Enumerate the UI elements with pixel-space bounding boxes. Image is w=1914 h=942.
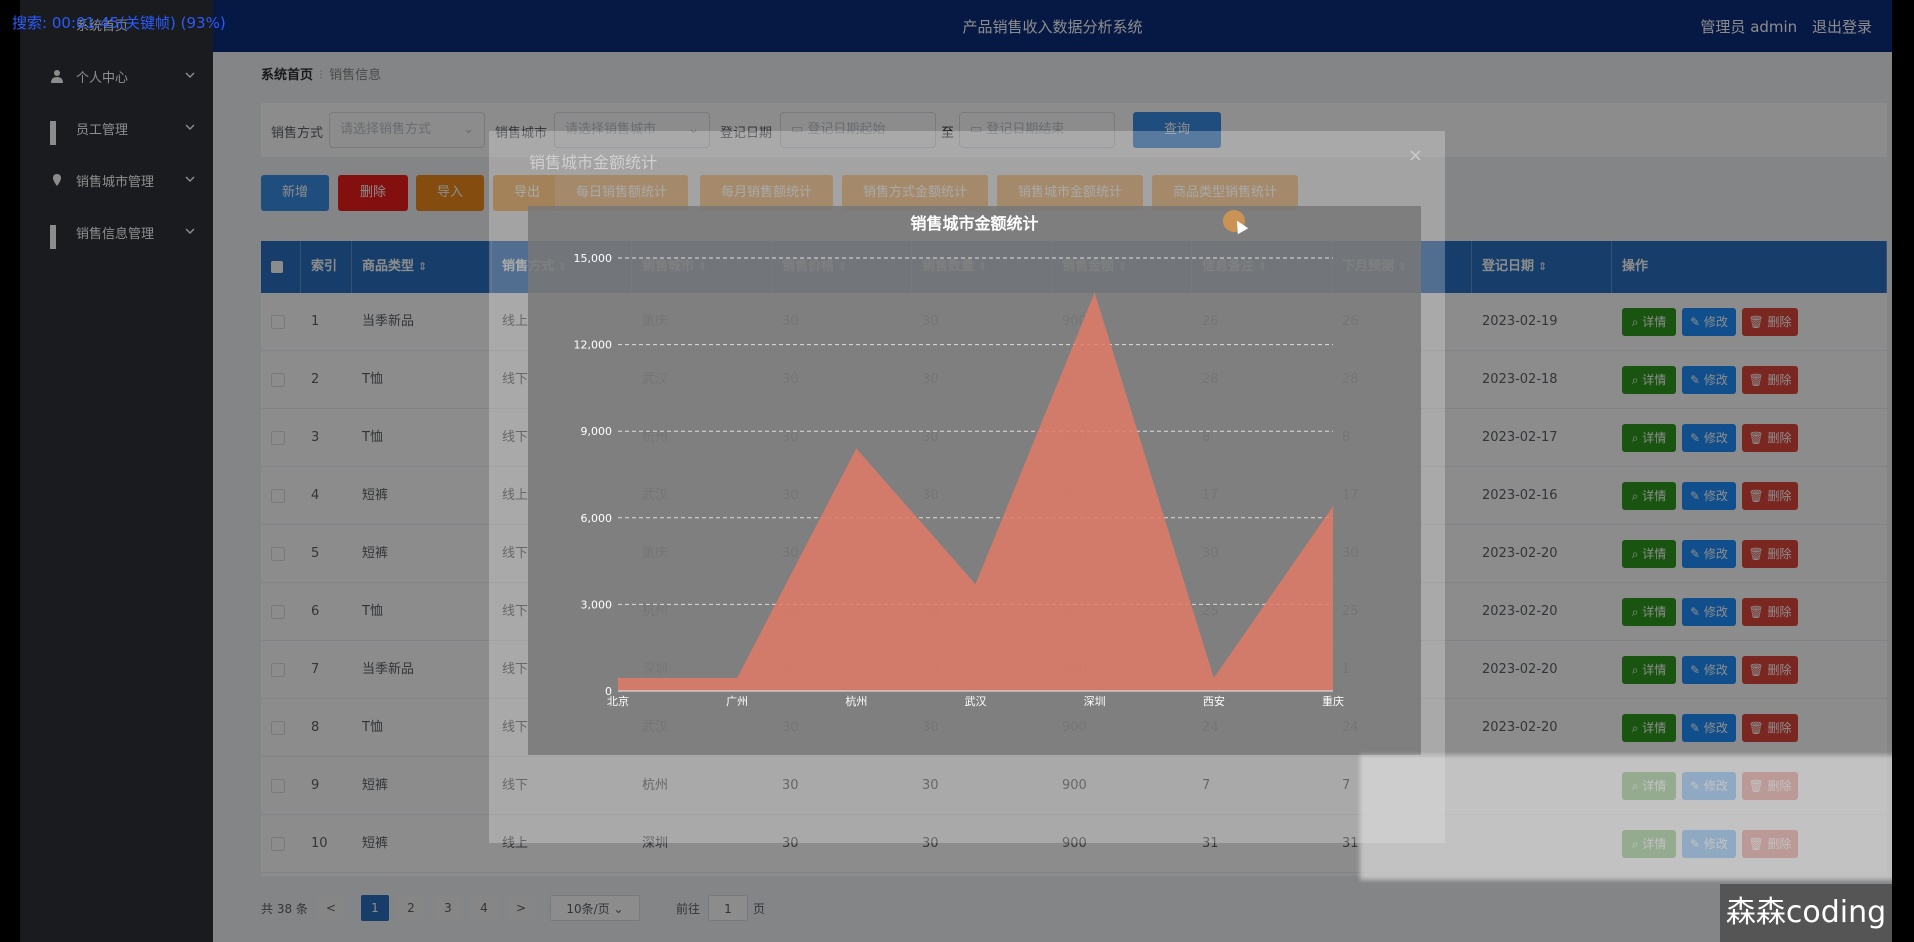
close-icon[interactable]: × [1408,145,1423,166]
data-point [1332,505,1334,507]
data-point [736,677,738,679]
x-tick-label: 广州 [726,695,748,708]
x-tick-label: 北京 [607,694,629,708]
dialog-title: 销售城市金额统计 [529,153,658,172]
y-tick-label: 6,000 [581,512,613,525]
data-point [975,583,976,585]
y-tick-label: 15,000 [574,252,613,265]
x-tick-label: 重庆 [1322,694,1344,708]
data-point [1213,677,1215,679]
blurred-region [1360,755,1892,880]
recording-overlay-text: 搜索: 00:01:45(关键帧) (93%) [12,14,226,32]
y-tick-label: 12,000 [574,339,613,352]
x-tick-label: 西安 [1203,694,1225,708]
x-tick-label: 深圳 [1084,695,1106,708]
y-tick-label: 3,000 [581,598,613,611]
chart-title: 销售城市金额统计 [910,214,1039,233]
x-tick-label: 杭州 [845,694,867,708]
screen: 搜索: 00:01:45(关键帧) (93%) 系统首页 个人中心 员工管理 销… [0,0,1914,942]
chart-container: 0 3,000 6,000 9,000 12,000 15,000 北京 广州 杭州 武汉 深圳 西安… [528,206,1421,755]
data-point [1094,292,1096,294]
data-point [617,677,619,679]
watermark: 森森coding [1720,884,1892,942]
area-chart: 03,0006,0009,00012,00015,000北京 广州 杭州 武汉 深圳 西安… [574,252,1345,708]
x-tick-label: 武汉 [965,695,987,708]
series-area [618,292,1333,691]
y-tick-label: 9,000 [581,425,613,438]
data-point [855,448,857,450]
app-window: 系统首页 个人中心 员工管理 销售城市管理 销售信息管理 产品销售收入数据分析系… [20,0,1892,942]
